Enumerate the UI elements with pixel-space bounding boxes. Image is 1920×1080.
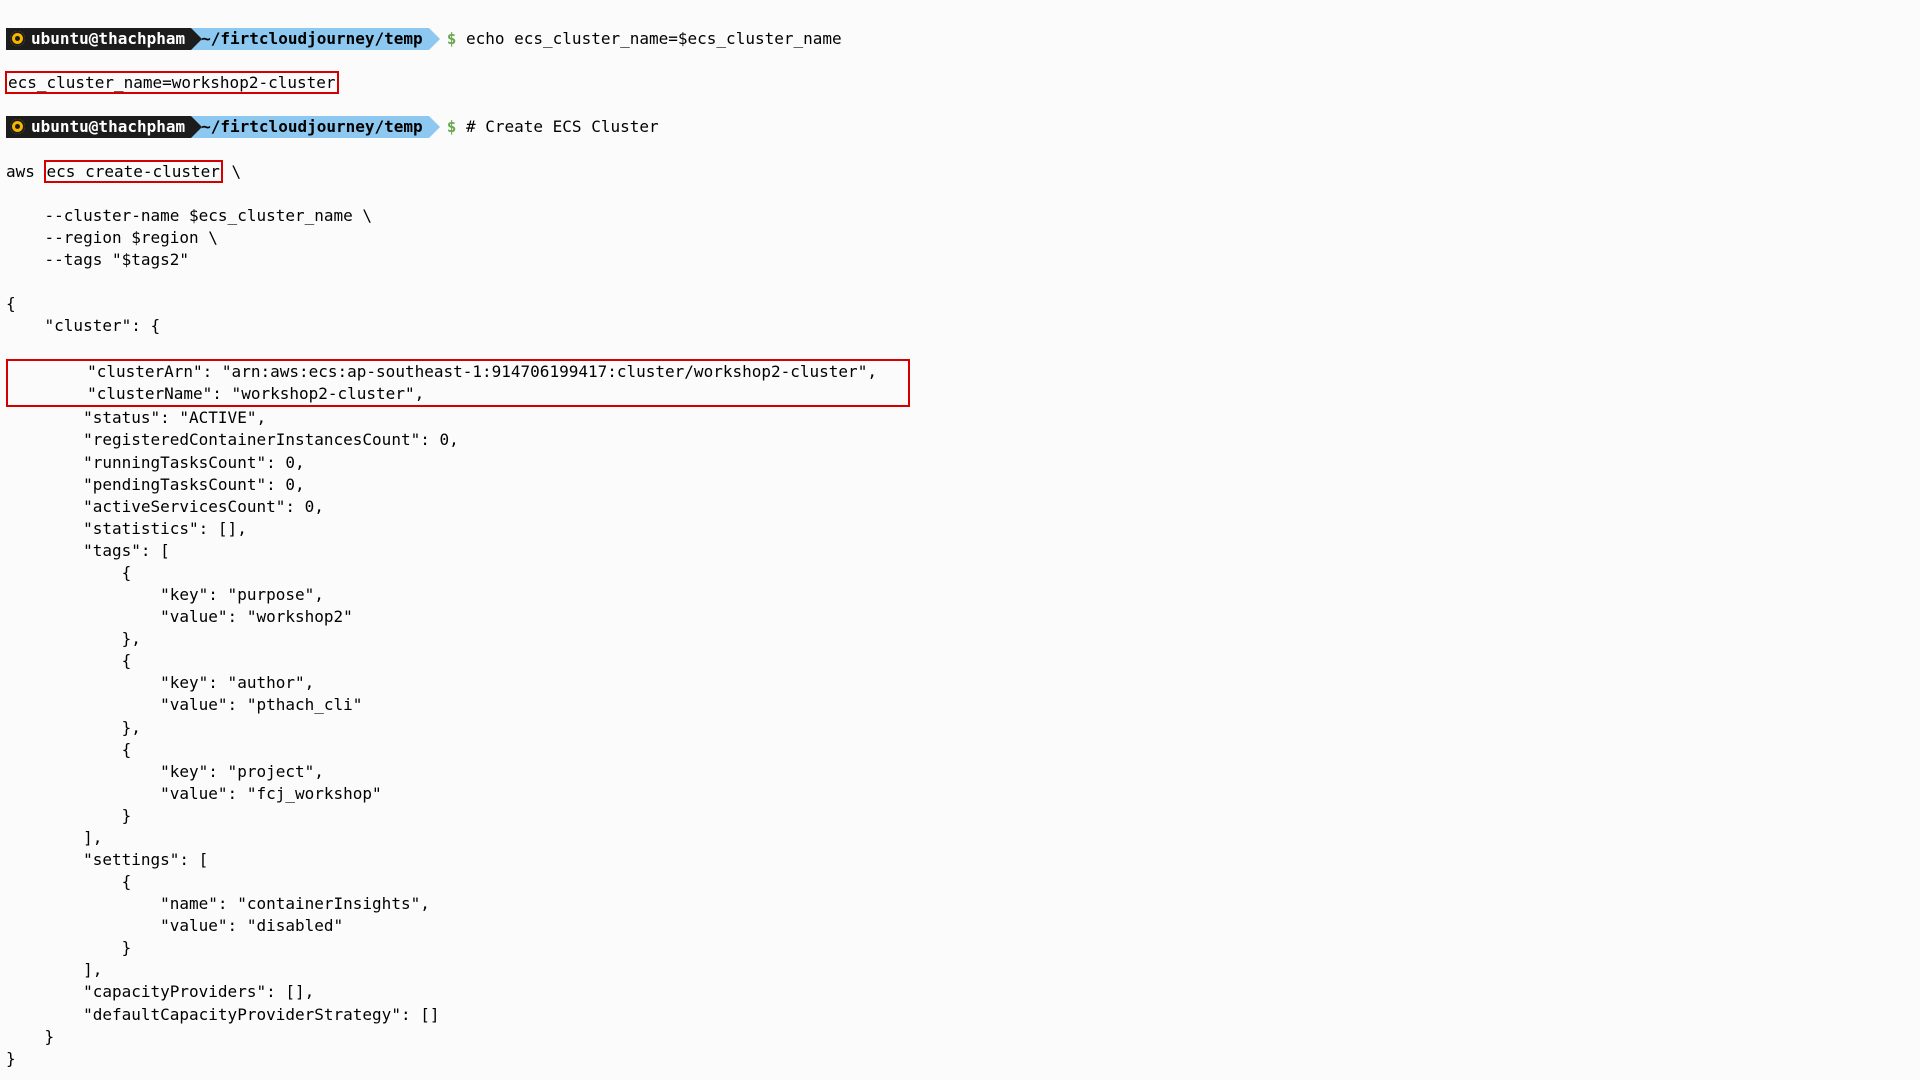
prompt-path-seg: ~/firtcloudjourney/temp	[191, 28, 429, 50]
prompt-line-2: ubuntu@thachpham ~/firtcloudjourney/temp $…	[6, 116, 1914, 138]
command-aws-create-args: --cluster-name $ecs_cluster_name \ --reg…	[6, 205, 1914, 271]
prompt-user: ubuntu@thachpham	[31, 117, 185, 136]
prompt-path: ~/firtcloudjourney/temp	[201, 117, 423, 136]
json-open: { "cluster": {	[6, 293, 1914, 337]
prompt-user-seg: ubuntu@thachpham	[6, 116, 191, 138]
echo-result-highlight: ecs_cluster_name=workshop2-cluster	[5, 71, 339, 94]
command-aws-create: aws ecs create-cluster \	[6, 161, 1914, 183]
aws-continuation: \	[222, 162, 241, 181]
output-echo: ecs_cluster_name=workshop2-cluster	[6, 72, 1914, 94]
prompt-user: ubuntu@thachpham	[31, 29, 185, 48]
prompt-line-1: ubuntu@thachpham ~/firtcloudjourney/temp $…	[6, 28, 1914, 50]
prompt-user-seg: ubuntu@thachpham	[6, 28, 191, 50]
command-comment: # Create ECS Cluster	[466, 117, 659, 136]
command-echo: echo ecs_cluster_name=$ecs_cluster_name	[466, 29, 842, 48]
json-cluster-highlight: "clusterArn": "arn:aws:ecs:ap-southeast-…	[6, 359, 910, 407]
ubuntu-logo-icon	[10, 119, 25, 134]
json-body: "status": "ACTIVE", "registeredContainer…	[6, 407, 1914, 1069]
prompt-symbol: $	[447, 117, 457, 136]
aws-subcommand-highlight: ecs create-cluster	[44, 160, 223, 183]
json-cluster-arn-name: "clusterArn": "arn:aws:ecs:ap-southeast-…	[10, 362, 877, 403]
prompt-symbol: $	[447, 29, 457, 48]
aws-word: aws	[6, 162, 45, 181]
ubuntu-logo-icon	[10, 31, 25, 46]
prompt-path-seg: ~/firtcloudjourney/temp	[191, 116, 429, 138]
prompt-path: ~/firtcloudjourney/temp	[201, 29, 423, 48]
terminal-output[interactable]: ubuntu@thachpham ~/firtcloudjourney/temp $…	[0, 0, 1920, 1080]
